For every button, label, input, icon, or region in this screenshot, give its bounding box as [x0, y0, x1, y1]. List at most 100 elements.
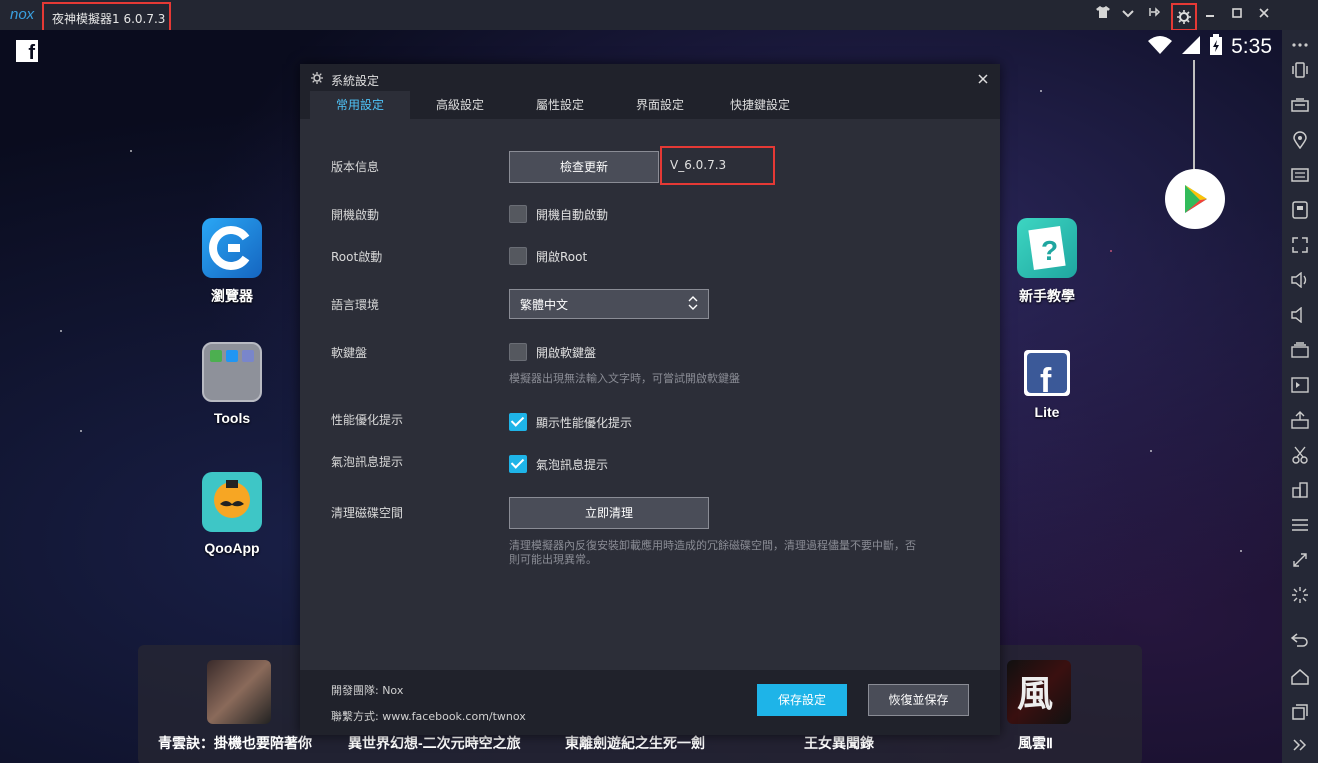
system-settings-dialog: 系統設定 常用設定 高級設定 屬性設定 界面設定 快捷鍵設定 版本信息 檢查更新…: [300, 64, 1000, 735]
contact-text: 聯繫方式: www.facebook.com/twnox: [331, 710, 526, 723]
status-clock: 5:35: [1231, 35, 1272, 58]
dock-game-label[interactable]: 風雲Ⅱ: [1018, 733, 1053, 753]
screen-record-icon[interactable]: [1282, 160, 1318, 190]
skin-icon[interactable]: [1092, 4, 1114, 26]
wifi-icon: [1147, 35, 1173, 59]
home-icon[interactable]: [1282, 662, 1318, 692]
facebook-lite-icon: f: [1024, 350, 1070, 400]
root-checkbox[interactable]: [509, 247, 527, 265]
settings-tabs: 常用設定 高級設定 屬性設定 界面設定 快捷鍵設定: [310, 91, 810, 119]
shake-icon[interactable]: [1282, 55, 1318, 85]
keyboard-mapping-icon[interactable]: [1282, 90, 1318, 120]
play-store-connector: [1193, 60, 1195, 170]
multi-instance-icon[interactable]: [1282, 195, 1318, 225]
app-label: 新手教學: [1019, 288, 1075, 304]
location-icon[interactable]: [1282, 125, 1318, 155]
softkb-checkbox-label: 開啟軟鍵盤: [536, 346, 597, 360]
app-facebook-lite[interactable]: f Lite: [1002, 350, 1092, 420]
sync-icon[interactable]: [1282, 545, 1318, 575]
app-label: Lite: [1034, 404, 1060, 420]
dock-game-5[interactable]: 風: [1007, 660, 1071, 724]
check-update-button[interactable]: 檢查更新: [509, 151, 659, 183]
tutorial-icon: ?: [1017, 218, 1077, 278]
tab-general[interactable]: 常用設定: [310, 91, 410, 119]
tab-properties[interactable]: 屬性設定: [510, 91, 610, 119]
root-label: Root啟動: [331, 250, 383, 264]
app-tools-folder[interactable]: Tools: [187, 342, 277, 426]
softkb-label: 軟鍵盤: [331, 346, 368, 360]
language-label: 語言環境: [331, 298, 380, 312]
volume-down-icon[interactable]: [1282, 300, 1318, 330]
dock-game-label[interactable]: 東離劍遊紀之生死一劍: [565, 733, 705, 753]
signal-icon: [1181, 35, 1201, 59]
dock-game-label[interactable]: 異世界幻想-二次元時空之旅: [348, 733, 521, 753]
multi-window-icon[interactable]: [1282, 475, 1318, 505]
loading-icon[interactable]: [1282, 580, 1318, 610]
dialog-header: 系統設定 常用設定 高級設定 屬性設定 界面設定 快捷鍵設定: [300, 64, 1000, 119]
dock-game-label[interactable]: 王女異聞錄: [804, 733, 874, 753]
app-label: QooApp: [204, 540, 260, 556]
macro-icon[interactable]: [1282, 370, 1318, 400]
play-store-button[interactable]: [1165, 169, 1225, 229]
boot-label: 開機啟動: [331, 208, 380, 222]
maximize-icon[interactable]: [1226, 4, 1248, 26]
perf-checkbox[interactable]: [509, 413, 527, 431]
apk-install-icon[interactable]: [1282, 405, 1318, 435]
app-tutorial[interactable]: ? 新手教學: [1002, 218, 1092, 306]
dialog-footer: 開發團隊: Nox 聯繫方式: www.facebook.com/twnox 保…: [300, 670, 1000, 735]
version-value: V_6.0.7.3: [660, 146, 775, 185]
boot-checkbox[interactable]: [509, 205, 527, 223]
dock-game-label[interactable]: 青雲訣：掛機也要陪著你: [158, 733, 312, 753]
volume-up-icon[interactable]: [1282, 265, 1318, 295]
app-qooapp[interactable]: QooApp: [187, 472, 277, 556]
scissors-icon[interactable]: [1282, 440, 1318, 470]
softkb-checkbox[interactable]: [509, 343, 527, 361]
svg-text:風: 風: [1017, 673, 1053, 715]
qooapp-icon: [202, 472, 262, 532]
settings-gear-icon[interactable]: [1171, 3, 1197, 31]
svg-text:f: f: [1040, 362, 1052, 396]
dev-team-text: 開發團隊: Nox: [331, 684, 404, 697]
app-browser[interactable]: 瀏覽器: [187, 218, 277, 306]
app-label: Tools: [213, 410, 251, 426]
disk-hint-line2: 則可能出現異常。: [509, 553, 597, 566]
chevron-down-icon[interactable]: [1117, 4, 1139, 26]
close-window-icon[interactable]: [1253, 4, 1275, 26]
recent-apps-icon[interactable]: [1282, 697, 1318, 727]
language-select[interactable]: 繁體中文: [509, 289, 709, 319]
tab-interface[interactable]: 界面設定: [610, 91, 710, 119]
expand-icon[interactable]: [1282, 730, 1318, 760]
browser-icon: [202, 218, 262, 278]
title-bar: nox 夜神模擬器1 6.0.7.3: [0, 0, 1318, 35]
clean-now-button[interactable]: 立即清理: [509, 497, 709, 529]
select-arrows-icon: [688, 295, 698, 313]
minimize-icon[interactable]: [1199, 4, 1221, 26]
app-install-icon[interactable]: [1282, 335, 1318, 365]
dock-game-1[interactable]: [207, 660, 271, 724]
game-icon: 風: [1007, 660, 1071, 724]
bubble-checkbox-label: 氣泡訊息提示: [536, 458, 609, 472]
tab-shortcuts[interactable]: 快捷鍵設定: [710, 91, 810, 119]
tab-advanced[interactable]: 高級設定: [410, 91, 510, 119]
emulator-toolbar: [1282, 30, 1318, 763]
bubble-checkbox[interactable]: [509, 455, 527, 473]
version-label: 版本信息: [331, 160, 380, 174]
softkb-hint: 模擬器出現無法輸入文字時，可嘗試開啟軟鍵盤: [509, 372, 740, 385]
menu-icon[interactable]: [1282, 510, 1318, 540]
svg-text:?: ?: [1041, 235, 1058, 266]
language-select-value: 繁體中文: [520, 298, 569, 312]
disk-hint-line1: 清理模擬器內反復安裝卸載應用時造成的冗餘磁碟空間，清理過程儘量不要中斷，否: [509, 539, 916, 552]
dialog-title: 系統設定: [331, 74, 380, 88]
save-settings-button[interactable]: 保存設定: [757, 684, 847, 716]
fullscreen-icon[interactable]: [1282, 230, 1318, 260]
facebook-notification-icon: f: [16, 40, 38, 64]
restore-and-save-button[interactable]: 恢復並保存: [868, 684, 969, 716]
gear-icon: [311, 72, 323, 87]
nox-logo: nox: [10, 6, 35, 23]
game-icon: [207, 660, 271, 724]
root-checkbox-label: 開啟Root: [536, 250, 588, 264]
close-icon[interactable]: [978, 69, 988, 88]
back-icon[interactable]: [1282, 625, 1318, 655]
folder-icon: [202, 342, 262, 402]
pin-icon[interactable]: [1144, 4, 1166, 26]
